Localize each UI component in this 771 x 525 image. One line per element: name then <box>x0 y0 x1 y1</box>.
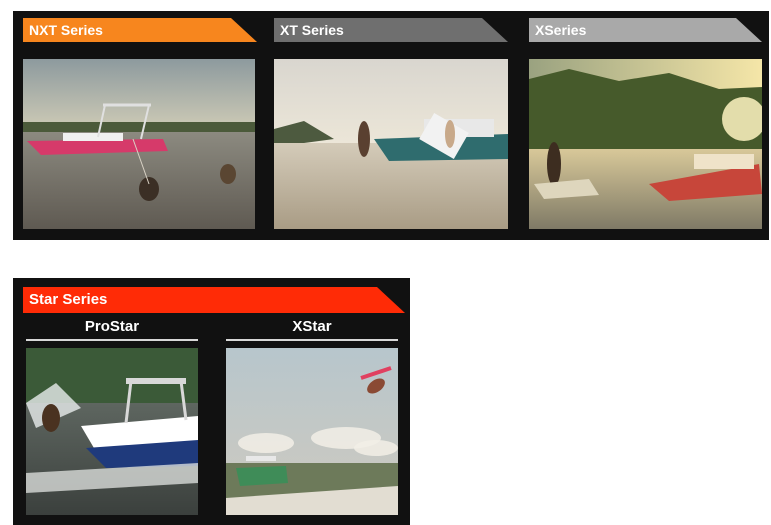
prostar-card[interactable]: ProStar <box>26 316 198 515</box>
xt-series-photo[interactable] <box>274 59 508 229</box>
star-series-tab[interactable]: Star Series <box>23 287 405 313</box>
nxt-series-tab[interactable]: NXT Series <box>23 18 257 42</box>
xstar-card[interactable]: XStar <box>226 316 398 515</box>
xstar-divider <box>226 339 398 341</box>
series-panel: NXT Series XT Series XSeries <box>13 11 769 240</box>
xstar-title[interactable]: XStar <box>226 316 398 337</box>
xt-series-tab[interactable]: XT Series <box>274 18 508 42</box>
nxt-series-photo[interactable] <box>23 59 255 229</box>
prostar-photo[interactable] <box>26 348 198 515</box>
xstar-photo[interactable] <box>226 348 398 515</box>
prostar-title[interactable]: ProStar <box>26 316 198 337</box>
xseries-tab[interactable]: XSeries <box>529 18 762 42</box>
prostar-divider <box>26 339 198 341</box>
star-series-panel: Star Series ProStar XStar <box>13 278 410 525</box>
xseries-photo[interactable] <box>529 59 762 229</box>
